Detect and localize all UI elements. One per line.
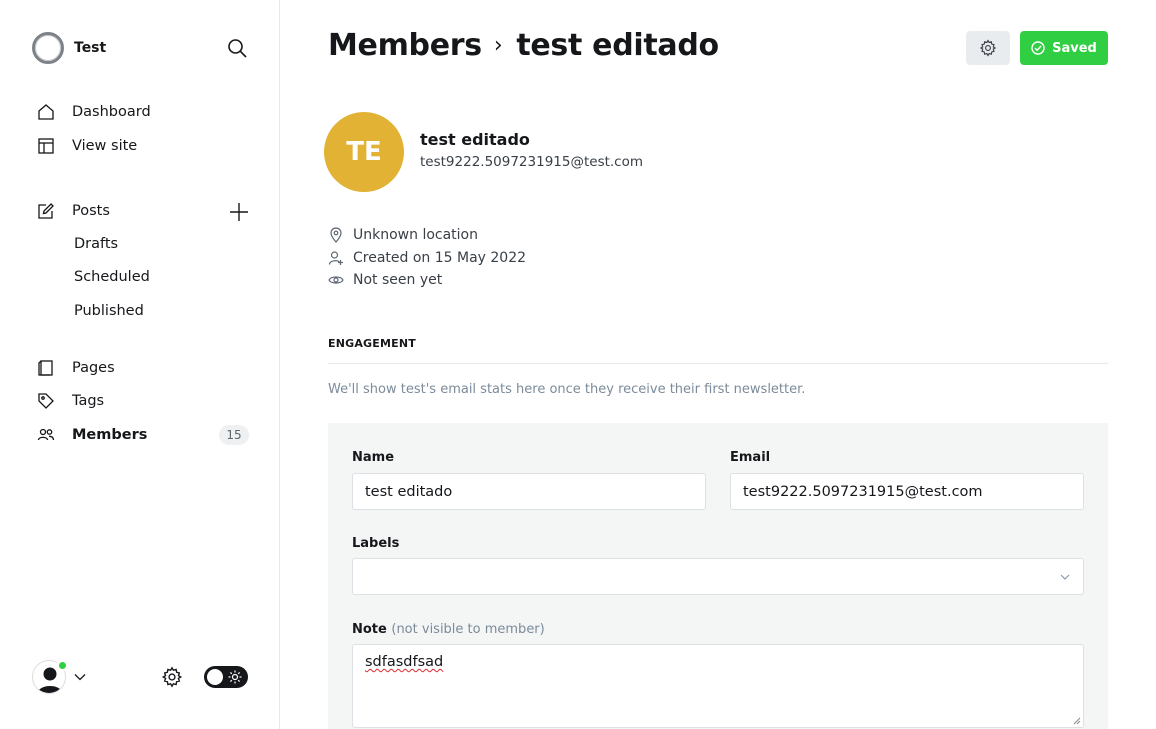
gear-icon: [979, 39, 997, 57]
location-pin-icon: [328, 227, 344, 243]
email-label: Email: [730, 450, 771, 465]
eye-icon: [328, 272, 344, 288]
member-last-seen-text: Not seen yet: [353, 272, 443, 288]
main-content: Members › test editado Saved TE test edi…: [281, 0, 1156, 729]
gear-icon[interactable]: [161, 666, 183, 688]
sidebar-item-tags[interactable]: Tags: [36, 391, 104, 411]
sidebar-item-label: Tags: [72, 393, 105, 409]
theme-toggle[interactable]: [204, 666, 248, 688]
add-post-icon[interactable]: [228, 201, 250, 223]
sidebar-item-posts[interactable]: Posts: [36, 201, 110, 221]
sidebar: Test Dashboard View site Posts Drafts Sc…: [0, 0, 280, 729]
tag-icon: [36, 391, 56, 411]
pencil-square-icon: [36, 201, 56, 221]
search-icon[interactable]: [226, 37, 248, 59]
sidebar-item-label: Posts: [72, 203, 110, 219]
page-icon: [36, 358, 56, 378]
breadcrumb-separator: ›: [493, 33, 503, 58]
member-last-seen: Not seen yet: [328, 272, 442, 288]
layout-icon: [36, 136, 56, 156]
toggle-knob: [207, 669, 223, 685]
note-hint: (not visible to member): [391, 622, 545, 637]
member-form: Name test editado Email test9222.5097231…: [328, 423, 1108, 729]
note-label: Note (not visible to member): [352, 622, 545, 637]
online-status-dot: [57, 660, 68, 671]
sidebar-item-scheduled[interactable]: Scheduled: [74, 269, 150, 285]
users-icon: [36, 425, 56, 445]
sidebar-item-label: Dashboard: [72, 104, 151, 120]
sidebar-item-label: Members: [72, 427, 148, 443]
chevron-down-icon: [1060, 574, 1070, 580]
engagement-heading: ENGAGEMENT: [328, 337, 416, 350]
sidebar-item-view-site[interactable]: View site: [36, 136, 137, 156]
members-count-badge: 15: [219, 425, 249, 445]
sidebar-item-pages[interactable]: Pages: [36, 358, 115, 378]
sun-icon: [228, 670, 242, 684]
site-name: Test: [74, 40, 107, 56]
sidebar-item-label: View site: [72, 138, 138, 154]
email-input[interactable]: test9222.5097231915@test.com: [730, 473, 1084, 510]
member-name: test editado: [420, 130, 530, 149]
name-input[interactable]: test editado: [352, 473, 706, 510]
name-label: Name: [352, 450, 395, 465]
note-textarea[interactable]: sdfasdfsad: [352, 644, 1084, 728]
engagement-note: We'll show test's email stats here once …: [328, 382, 806, 397]
note-textarea-value: sdfasdfsad: [365, 654, 444, 670]
save-button[interactable]: Saved: [1020, 31, 1108, 65]
sidebar-item-drafts[interactable]: Drafts: [74, 236, 118, 252]
member-settings-button[interactable]: [966, 31, 1010, 65]
chevron-down-icon[interactable]: [73, 670, 87, 684]
note-label-text: Note: [352, 622, 387, 637]
save-button-label: Saved: [1052, 40, 1097, 56]
user-add-icon: [328, 250, 344, 266]
check-circle-icon: [1031, 41, 1045, 55]
divider: [328, 363, 1108, 364]
member-created-text: Created on 15 May 2022: [353, 250, 527, 266]
breadcrumb-members-link[interactable]: Members: [328, 28, 482, 63]
site-logo: [32, 32, 64, 64]
breadcrumb-current: test editado: [516, 28, 719, 63]
sidebar-item-label: Pages: [72, 360, 115, 376]
sidebar-item-members[interactable]: Members: [36, 425, 147, 445]
resize-handle-icon[interactable]: [1073, 717, 1081, 725]
labels-label: Labels: [352, 536, 400, 551]
page-title: Members › test editado: [328, 28, 719, 63]
member-avatar: TE: [324, 112, 404, 192]
member-location: Unknown location: [328, 227, 478, 243]
sidebar-item-dashboard[interactable]: Dashboard: [36, 102, 151, 122]
site-brand[interactable]: Test: [32, 32, 106, 64]
labels-select[interactable]: [352, 558, 1084, 595]
sidebar-item-published[interactable]: Published: [74, 303, 144, 319]
home-icon: [36, 102, 56, 122]
member-email: test9222.5097231915@test.com: [420, 154, 644, 170]
member-location-text: Unknown location: [353, 227, 478, 243]
member-created: Created on 15 May 2022: [328, 250, 526, 266]
